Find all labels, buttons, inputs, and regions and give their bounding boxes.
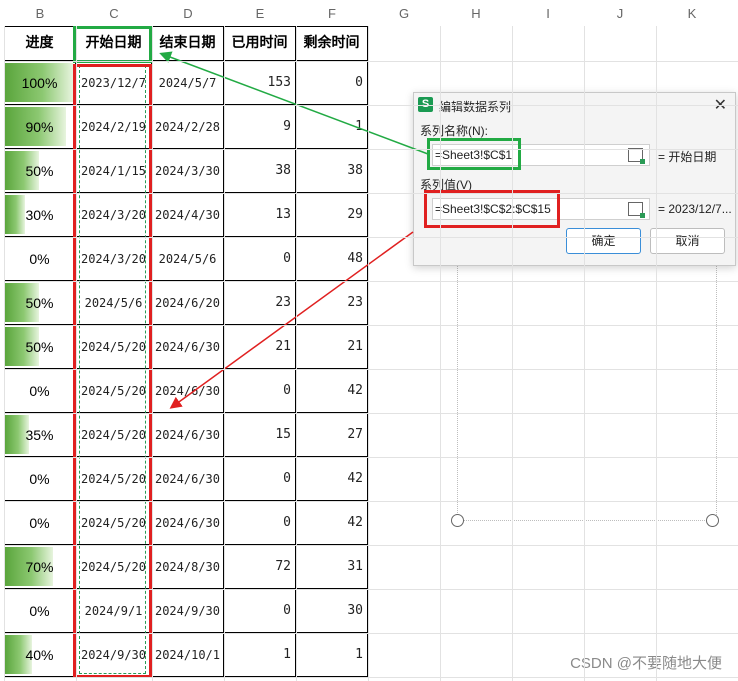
gridline bbox=[4, 589, 738, 590]
gridline bbox=[512, 26, 513, 681]
gridline bbox=[4, 26, 5, 681]
gridline bbox=[4, 105, 738, 106]
gridline bbox=[4, 281, 738, 282]
gridline bbox=[4, 237, 738, 238]
gridline bbox=[4, 193, 738, 194]
gridline bbox=[296, 26, 297, 681]
gridline bbox=[4, 457, 738, 458]
gridline bbox=[656, 26, 657, 681]
watermark: CSDN @不要随地大便 bbox=[570, 655, 722, 672]
gridline bbox=[224, 26, 225, 681]
gridline bbox=[76, 26, 77, 681]
gridline bbox=[584, 26, 585, 681]
red-arrow bbox=[169, 231, 414, 409]
gridline bbox=[152, 26, 153, 681]
gridline bbox=[4, 633, 738, 634]
green-arrow bbox=[159, 51, 429, 155]
gridline bbox=[4, 149, 738, 150]
gridline bbox=[4, 677, 738, 678]
gridline bbox=[440, 26, 441, 681]
gridline bbox=[368, 26, 369, 681]
gridline bbox=[4, 325, 738, 326]
gridline bbox=[4, 545, 738, 546]
gridline bbox=[4, 369, 738, 370]
annotation-arrows bbox=[159, 51, 429, 409]
gridline bbox=[4, 501, 738, 502]
gridline bbox=[4, 413, 738, 414]
gridline bbox=[4, 61, 738, 62]
